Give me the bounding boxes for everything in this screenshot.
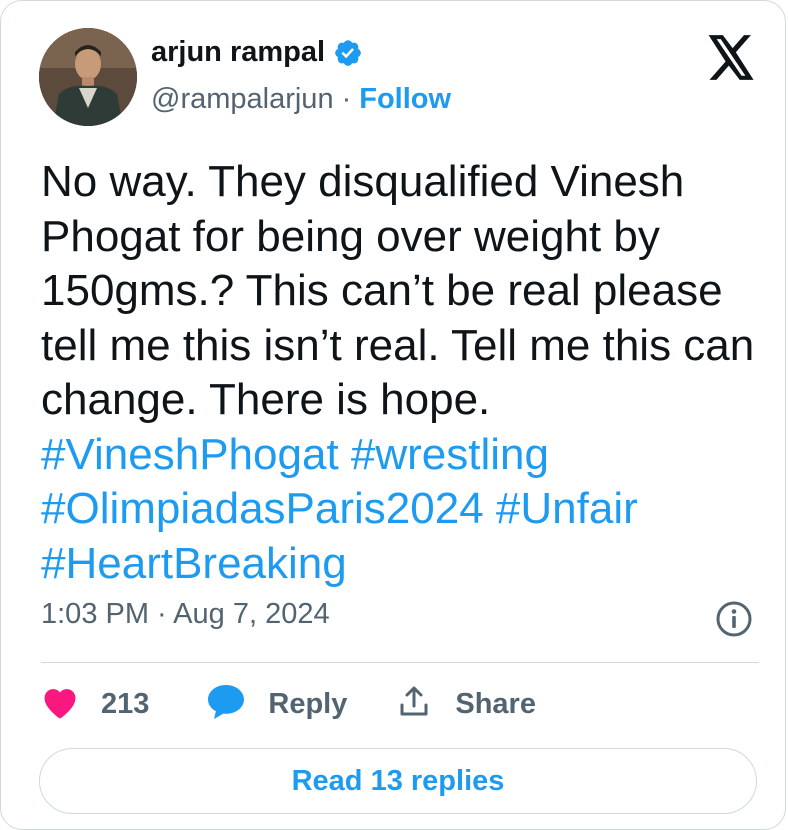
hashtag-link[interactable]: #HeartBreaking (41, 539, 347, 588)
x-logo-icon[interactable] (706, 35, 756, 81)
verified-badge-icon (333, 38, 363, 68)
read-replies-button[interactable]: Read 13 replies (39, 748, 757, 814)
tweet-body-text (339, 430, 351, 479)
author-handle-row: @rampalarjun · Follow (151, 83, 451, 116)
tweet-body-text: No way. They disqualified Vinesh Phogat … (41, 157, 755, 424)
separator-dot: · (341, 83, 352, 115)
action-bar: 213 Reply Share (41, 681, 536, 727)
avatar[interactable] (39, 28, 137, 126)
hashtag-link[interactable]: #Unfair (496, 484, 638, 533)
tweet-timestamp[interactable]: 1:03 PM · Aug 7, 2024 (41, 598, 330, 631)
hashtag-link[interactable]: #VineshPhogat (41, 430, 339, 479)
author-handle[interactable]: @rampalarjun (151, 83, 334, 116)
heart-icon (41, 685, 79, 724)
tweet-text: No way. They disqualified Vinesh Phogat … (41, 155, 761, 591)
speech-bubble-icon (206, 683, 246, 726)
like-count: 213 (101, 687, 150, 720)
author-name-row: arjun rampal (151, 36, 363, 69)
hashtag-link[interactable]: #OlimpiadasParis2024 (41, 484, 484, 533)
info-icon[interactable] (715, 600, 753, 638)
tweet-body-text (484, 484, 496, 533)
like-button[interactable]: 213 (41, 685, 149, 724)
share-icon (397, 685, 431, 724)
follow-button[interactable]: Follow (359, 83, 451, 116)
author-name[interactable]: arjun rampal (151, 36, 325, 69)
share-button[interactable]: Share (397, 685, 536, 724)
share-label: Share (455, 687, 536, 720)
divider (41, 662, 759, 663)
reply-button[interactable]: Reply (206, 683, 347, 726)
reply-label: Reply (268, 687, 348, 720)
tweet-card: arjun rampal @rampalarjun · Follow No wa… (0, 0, 786, 830)
hashtag-link[interactable]: #wrestling (351, 430, 549, 479)
